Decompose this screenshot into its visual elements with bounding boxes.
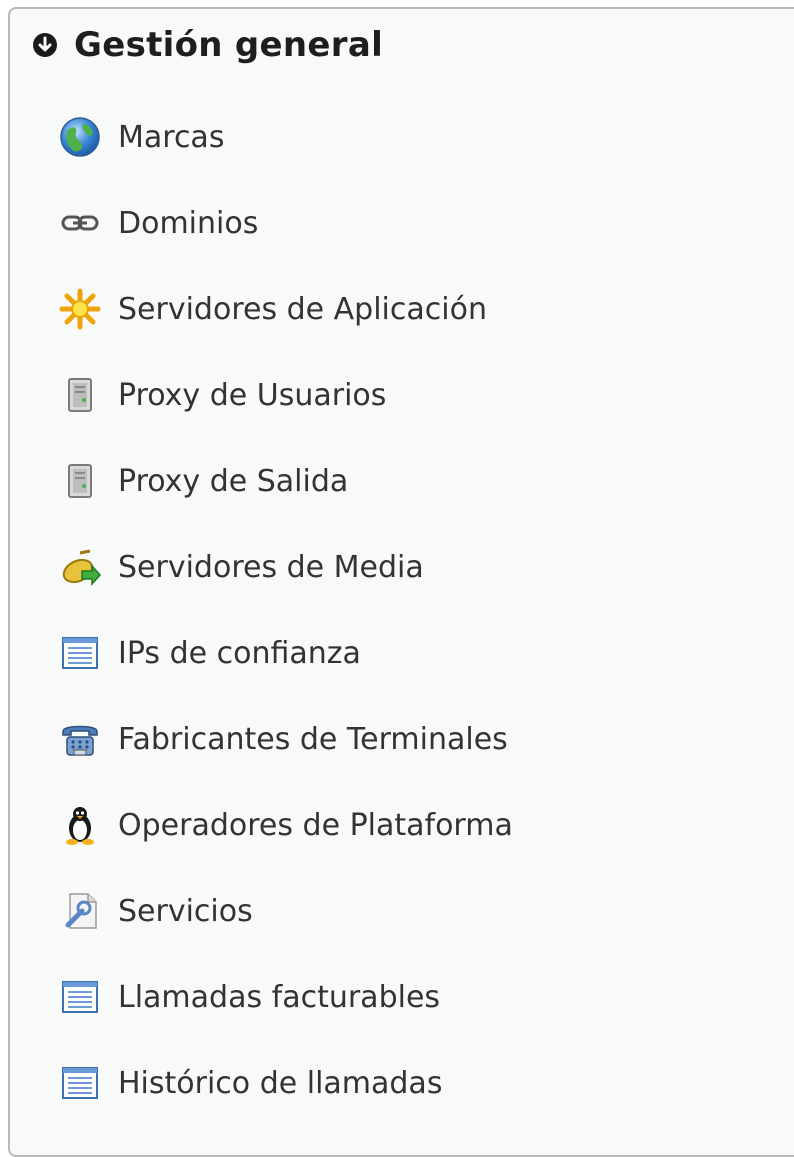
menu-item-fabricantes-terminales[interactable]: Fabricantes de Terminales [58,709,508,769]
list-icon [58,1061,102,1105]
menu-item-label: Marcas [118,119,225,155]
menu-item-marcas[interactable]: Marcas [58,107,224,167]
menu-item-historico-llamadas[interactable]: Histórico de llamadas [58,1053,442,1113]
menu-item-label: Servidores de Aplicación [118,291,487,327]
menu-item-servidores-media[interactable]: Servidores de Media [58,537,424,597]
menu-item-operadores-plataforma[interactable]: Operadores de Plataforma [58,795,513,855]
menu-item-proxy-salida[interactable]: Proxy de Salida [58,451,348,511]
menu-item-label: Servicios [118,893,253,929]
panel-title: Gestión general [74,25,384,65]
menu-item-label: Dominios [118,205,259,241]
link-icon [58,201,102,245]
media-server-icon [58,545,102,589]
server-icon [58,373,102,417]
menu-item-label: Histórico de llamadas [118,1065,443,1101]
menu-item-dominios[interactable]: Dominios [58,193,258,253]
menu-item-servicios[interactable]: Servicios [58,881,253,941]
sun-icon [58,287,102,331]
panel-header[interactable]: Gestión general [32,23,383,67]
globe-icon [58,115,102,159]
menu-item-label: IPs de confianza [118,635,361,671]
collapse-circle-icon[interactable] [32,32,58,58]
menu-item-label: Fabricantes de Terminales [118,721,508,757]
menu-item-ips-confianza[interactable]: IPs de confianza [58,623,361,683]
menu-item-label: Llamadas facturables [118,979,441,1015]
menu-item-servidores-aplicacion[interactable]: Servidores de Aplicación [58,279,487,339]
menu-item-label: Operadores de Plataforma [118,807,513,843]
penguin-icon [58,803,102,847]
server-icon [58,459,102,503]
menu-item-label: Proxy de Salida [118,463,349,499]
list-icon [58,631,102,675]
general-management-panel: Gestión general Marcas Dominios Servidor… [8,7,794,1157]
menu-item-llamadas-facturables[interactable]: Llamadas facturables [58,967,440,1027]
wrench-icon [58,889,102,933]
menu-item-label: Servidores de Media [118,549,424,585]
menu-item-proxy-usuarios[interactable]: Proxy de Usuarios [58,365,386,425]
list-icon [58,975,102,1019]
telephone-icon [58,717,102,761]
menu-item-label: Proxy de Usuarios [118,377,387,413]
